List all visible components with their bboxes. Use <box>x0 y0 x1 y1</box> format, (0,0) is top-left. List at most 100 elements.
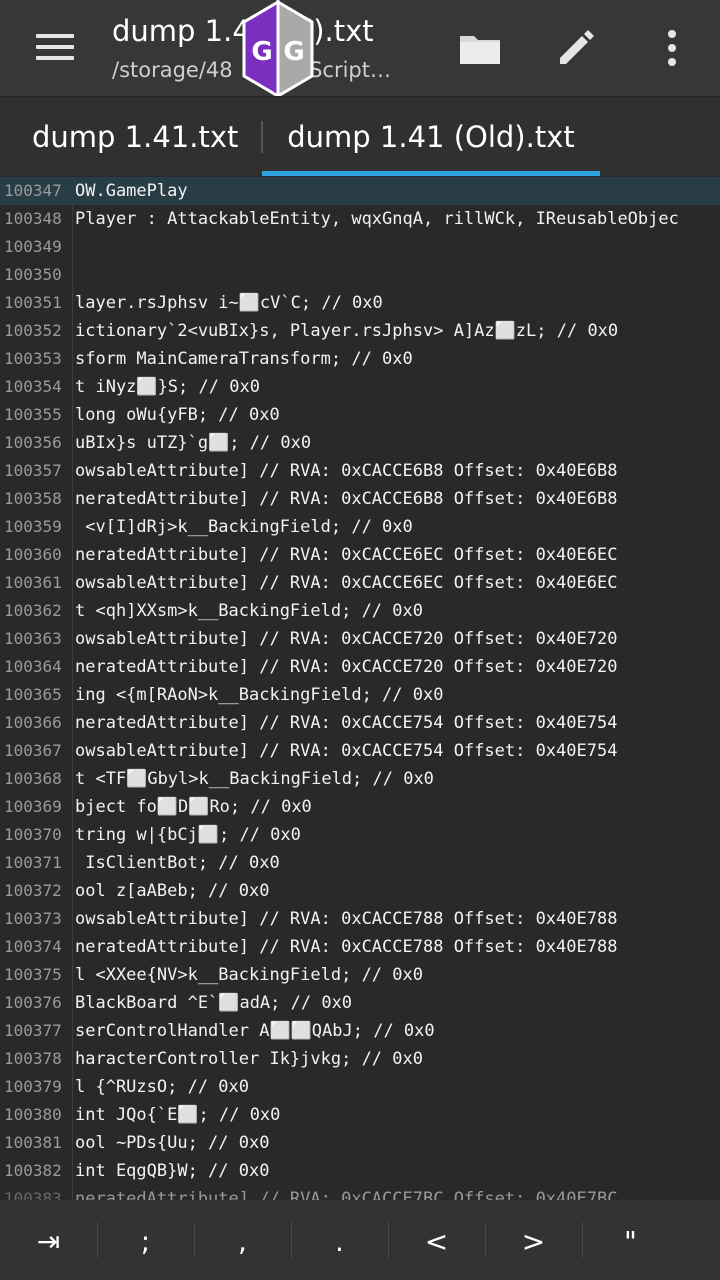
line-number: 100355 <box>4 405 62 424</box>
period-key[interactable]: . <box>291 1200 388 1280</box>
code-line-row[interactable]: 100379 l {^RUzsO; // 0x0 <box>0 1073 720 1101</box>
code-line-row[interactable]: 100377 serControlHandler A⬜⬜QAbJ; // 0x0 <box>0 1017 720 1045</box>
code-line-row[interactable]: 100367 owsableAttribute] // RVA: 0xCACCE7… <box>0 737 720 765</box>
less-than-key[interactable]: < <box>388 1200 485 1280</box>
code-text: int JQo{`E⬜; // 0x0 <box>75 1105 281 1125</box>
line-number: 100368 <box>4 769 62 788</box>
code-line-row[interactable]: 100357 owsableAttribute] // RVA: 0xCACCE6… <box>0 457 720 485</box>
gameguardian-logo-icon[interactable]: G G <box>240 0 316 99</box>
comma-key[interactable]: , <box>194 1200 291 1280</box>
code-line-row[interactable]: 100364 neratedAttribute] // RVA: 0xCACCE7… <box>0 653 720 681</box>
code-text: ool ~PDs{Uu; // 0x0 <box>75 1133 270 1153</box>
code-line-row[interactable]: 100381 ool ~PDs{Uu; // 0x0 <box>0 1129 720 1157</box>
current-line-row[interactable]: 100347 OW.GamePlay <box>0 177 720 205</box>
tab-dump-141-old[interactable]: dump 1.41 (Old).txt <box>262 97 600 177</box>
code-line-row[interactable]: 100368 t <TF⬜Gbyl>k__BackingField; // 0x0 <box>0 765 720 793</box>
code-line-row[interactable]: 100383 neratedAttribute] // RVA: 0xCACCE7… <box>0 1185 720 1200</box>
line-number: 100370 <box>4 825 62 844</box>
line-number: 100381 <box>4 1133 62 1152</box>
line-number: 100371 <box>4 853 62 872</box>
code-line-row[interactable]: 100372 ool z[aABeb; // 0x0 <box>0 877 720 905</box>
code-line-row[interactable]: 100359 <v[I]dRj>k__BackingField; // 0x0 <box>0 513 720 541</box>
line-number: 100373 <box>4 909 62 928</box>
code-text: uBIx}s uTZ}`g⬜; // 0x0 <box>75 433 312 453</box>
code-text: int EqgQB}W; // 0x0 <box>75 1161 270 1181</box>
code-text: owsableAttribute] // RVA: 0xCACCE6B8 Off… <box>75 461 618 481</box>
code-line-row[interactable]: 100353 sform MainCameraTransform; // 0x0 <box>0 345 720 373</box>
line-number: 100365 <box>4 685 62 704</box>
code-line-row[interactable]: 100356 uBIx}s uTZ}`g⬜; // 0x0 <box>0 429 720 457</box>
code-line-row[interactable]: 100362 t <qh]XXsm>k__BackingField; // 0x0 <box>0 597 720 625</box>
line-number: 100362 <box>4 601 62 620</box>
menu-icon[interactable] <box>26 24 86 72</box>
code-text: ing <{m[RAoN>k__BackingField; // 0x0 <box>75 685 444 705</box>
code-line-row[interactable]: 100366 neratedAttribute] // RVA: 0xCACCE7… <box>0 709 720 737</box>
code-text: neratedAttribute] // RVA: 0xCACCE788 Off… <box>75 937 618 957</box>
quote-key[interactable]: " <box>582 1200 679 1280</box>
line-number: 100349 <box>4 237 62 256</box>
code-text: long oWu{yFB; // 0x0 <box>75 405 280 425</box>
line-number: 100360 <box>4 545 62 564</box>
code-text: t iNyz⬜}S; // 0x0 <box>75 377 260 397</box>
code-line-row[interactable]: 100355 long oWu{yFB; // 0x0 <box>0 401 720 429</box>
line-number: 100347 <box>4 181 62 200</box>
line-number: 100378 <box>4 1049 62 1068</box>
file-tabs: dump 1.41.txt dump 1.41 (Old).txt <box>0 96 720 176</box>
code-line-row[interactable]: 100371 IsClientBot; // 0x0 <box>0 849 720 877</box>
code-line-row[interactable]: 100363 owsableAttribute] // RVA: 0xCACCE7… <box>0 625 720 653</box>
code-line-row[interactable]: 100376 BlackBoard ^E`⬜adA; // 0x0 <box>0 989 720 1017</box>
code-line-row[interactable]: 100373 owsableAttribute] // RVA: 0xCACCE7… <box>0 905 720 933</box>
app-bar: dump 1.4 d).txt /storage/48 3/Script… G G <box>0 0 720 99</box>
code-line-row[interactable]: 100351 layer.rsJphsv i~⬜cV`C; // 0x0 <box>0 289 720 317</box>
code-line-row[interactable]: 100382 int EqgQB}W; // 0x0 <box>0 1157 720 1185</box>
semicolon-key[interactable]: ; <box>97 1200 194 1280</box>
code-text: l <XXee{NV>k__BackingField; // 0x0 <box>75 965 423 985</box>
code-line-row[interactable]: 100350 <box>0 261 720 289</box>
folder-icon[interactable] <box>456 24 504 72</box>
line-number: 100377 <box>4 1021 62 1040</box>
code-line-row[interactable]: 100370 tring w|{bCj⬜; // 0x0 <box>0 821 720 849</box>
line-number: 100375 <box>4 965 62 984</box>
line-number: 100372 <box>4 881 62 900</box>
edit-pencil-icon[interactable] <box>552 24 600 72</box>
line-number: 100356 <box>4 433 62 452</box>
line-number: 100358 <box>4 489 62 508</box>
code-text: owsableAttribute] // RVA: 0xCACCE754 Off… <box>75 741 618 761</box>
code-line-row[interactable]: 100352 ictionary`2<vuBIx}s, Player.rsJphs… <box>0 317 720 345</box>
line-number: 100359 <box>4 517 62 536</box>
code-text: OW.GamePlay <box>75 181 188 201</box>
line-number: 100380 <box>4 1105 62 1124</box>
tab-key[interactable]: ⇥ <box>0 1200 97 1280</box>
code-line-row[interactable]: 100378 haracterController Ik}jvkg; // 0x0 <box>0 1045 720 1073</box>
code-text: t <TF⬜Gbyl>k__BackingField; // 0x0 <box>75 769 434 789</box>
code-line-row[interactable]: 100348 Player : AttackableEntity, wqxGnqA… <box>0 205 720 233</box>
line-number: 100350 <box>4 265 62 284</box>
tab-dump-141[interactable]: dump 1.41.txt <box>32 97 238 177</box>
code-text: IsClientBot; // 0x0 <box>75 853 280 873</box>
code-text: ictionary`2<vuBIx}s, Player.rsJphsv> A]A… <box>75 321 619 341</box>
code-text: l {^RUzsO; // 0x0 <box>75 1077 249 1097</box>
code-text: neratedAttribute] // RVA: 0xCACCE720 Off… <box>75 657 618 677</box>
code-line-row[interactable]: 100375 l <XXee{NV>k__BackingField; // 0x0 <box>0 961 720 989</box>
more-vert-icon[interactable] <box>648 24 696 72</box>
code-line-row[interactable]: 100354 t iNyz⬜}S; // 0x0 <box>0 373 720 401</box>
line-number: 100374 <box>4 937 62 956</box>
line-number: 100351 <box>4 293 62 312</box>
code-line-row[interactable]: 100360 neratedAttribute] // RVA: 0xCACCE6… <box>0 541 720 569</box>
code-text: neratedAttribute] // RVA: 0xCACCE7BC Off… <box>75 1189 618 1200</box>
code-line-row[interactable]: 100380 int JQo{`E⬜; // 0x0 <box>0 1101 720 1129</box>
code-line-row[interactable]: 100365 ing <{m[RAoN>k__BackingField; // 0… <box>0 681 720 709</box>
code-line-row[interactable]: 100361 owsableAttribute] // RVA: 0xCACCE6… <box>0 569 720 597</box>
code-line-row[interactable]: 100369 bject fo⬜D⬜Ro; // 0x0 <box>0 793 720 821</box>
code-line-row[interactable]: 100358 neratedAttribute] // RVA: 0xCACCE6… <box>0 485 720 513</box>
line-number: 100352 <box>4 321 62 340</box>
active-tab-indicator <box>262 171 600 176</box>
line-number: 100379 <box>4 1077 62 1096</box>
code-line-row[interactable]: 100349 <box>0 233 720 261</box>
line-number: 100366 <box>4 713 62 732</box>
code-line-row[interactable]: 100374 neratedAttribute] // RVA: 0xCACCE7… <box>0 933 720 961</box>
text-editor[interactable]: 100347 OW.GamePlay 100348 Player : Attackab… <box>0 177 720 1200</box>
greater-than-key[interactable]: > <box>485 1200 582 1280</box>
line-number: 100354 <box>4 377 62 396</box>
line-number: 100382 <box>4 1161 62 1180</box>
